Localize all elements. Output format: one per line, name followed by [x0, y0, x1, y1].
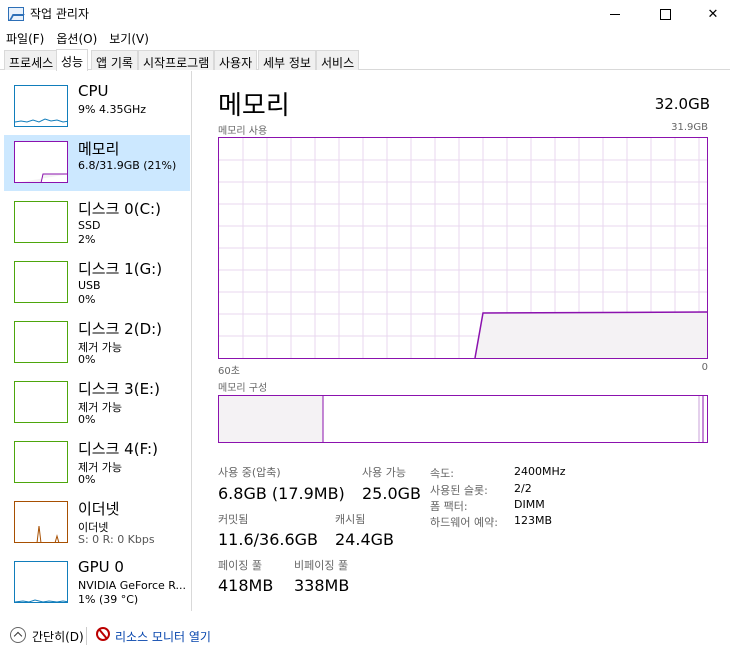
disk-thumbnail-graph [14, 381, 68, 423]
cached-value: 24.4GB [335, 530, 394, 549]
resource-list: CPU 9% 4.35GHz 메모리 6.8/31.9GB (21%) 디스크 … [0, 71, 192, 611]
tab-users[interactable]: 사용자 [214, 50, 258, 70]
sidebar-item-name: GPU 0 [78, 558, 124, 576]
sidebar-item-detail: USB [78, 279, 101, 292]
footer-bar: 간단히(D) 리소스 모니터 열기 [0, 622, 730, 652]
tab-details[interactable]: 세부 정보 [258, 50, 316, 70]
disk-thumbnail-graph [14, 321, 68, 363]
task-manager-icon [8, 7, 24, 21]
sidebar-item-usage: 0% [78, 473, 96, 486]
sidebar-item-disk-4[interactable]: 디스크 4(F:) 제거 가능 0% [4, 435, 190, 491]
memory-composition-svg [219, 396, 704, 442]
slots-label: 사용된 슬롯: [430, 484, 488, 497]
memory-composition-label: 메모리 구성 [218, 383, 268, 394]
footer-divider [86, 627, 87, 645]
window-title: 작업 관리자 [30, 7, 90, 21]
sidebar-item-name: CPU [78, 82, 109, 100]
sidebar-item-detail: NVIDIA GeForce R... [78, 579, 187, 592]
tab-processes[interactable]: 프로세스 [4, 50, 59, 70]
available-value: 25.0GB [362, 484, 421, 503]
tab-startup[interactable]: 시작프로그램 [138, 50, 215, 70]
memory-usage-graph [218, 137, 708, 359]
gpu-thumbnail-graph [14, 561, 68, 603]
sidebar-item-usage: 0% [78, 293, 96, 306]
memory-usage-max: 31.9GB [671, 122, 708, 133]
sidebar-item-usage: 0% [78, 353, 96, 366]
speed-value: 2400MHz [514, 465, 566, 478]
sidebar-item-name: 메모리 [78, 140, 120, 158]
sidebar-item-name: 디스크 3(E:) [78, 380, 160, 398]
hardware-reserved-label: 하드웨어 예약: [430, 516, 498, 529]
in-use-label: 사용 중(압축) [218, 466, 281, 479]
sidebar-item-name: 이더넷 [78, 500, 120, 518]
ethernet-thumbnail-graph [14, 501, 68, 543]
committed-label: 커밋됨 [218, 513, 249, 526]
slots-value: 2/2 [514, 482, 532, 495]
sidebar-item-disk-1[interactable]: 디스크 1(G:) USB 0% [4, 255, 190, 311]
sidebar-item-name: 디스크 2(D:) [78, 320, 163, 338]
sidebar-item-gpu-0[interactable]: GPU 0 NVIDIA GeForce R... 1% (39 °C) [4, 555, 190, 611]
memory-composition-bar [218, 395, 708, 443]
page-title: 메모리 [218, 91, 290, 121]
fewer-details-button[interactable]: 간단히(D) [32, 628, 84, 645]
maximize-button[interactable] [642, 0, 688, 28]
form-factor-value: DIMM [514, 498, 545, 511]
memory-detail-panel: 메모리 32.0GB 메모리 사용 31.9GB 60초 0 메모리 구성 사용… [200, 71, 730, 611]
cpu-thumbnail-graph [14, 85, 68, 127]
sidebar-item-disk-3[interactable]: 디스크 3(E:) 제거 가능 0% [4, 375, 190, 431]
axis-time-end: 0 [701, 362, 708, 373]
sidebar-item-disk-0[interactable]: 디스크 0(C:) SSD 2% [4, 195, 190, 251]
total-memory: 32.0GB [654, 95, 710, 113]
sidebar-item-disk-2[interactable]: 디스크 2(D:) 제거 가능 0% [4, 315, 190, 371]
sidebar-item-usage: 2% [78, 233, 96, 246]
tab-bar: 프로세스 성능 앱 기록 시작프로그램 사용자 세부 정보 서비스 [0, 49, 730, 71]
menu-options[interactable]: 옵션(O) [50, 28, 103, 48]
cached-label: 캐시됨 [335, 513, 366, 526]
nonpaged-pool-value: 338MB [294, 576, 350, 595]
resource-monitor-icon[interactable] [96, 627, 110, 641]
sidebar-item-name: 디스크 1(G:) [78, 260, 163, 278]
nonpaged-pool-label: 비페이징 풀 [294, 559, 349, 572]
committed-value: 11.6/36.6GB [218, 530, 319, 549]
available-label: 사용 가능 [362, 466, 406, 479]
sidebar-item-cpu[interactable]: CPU 9% 4.35GHz [4, 79, 190, 135]
menu-file[interactable]: 파일(F) [0, 28, 50, 48]
form-factor-label: 폼 팩터: [430, 500, 468, 513]
sidebar-item-ethernet[interactable]: 이더넷 이더넷 S: 0 R: 0 Kbps [4, 495, 190, 551]
sidebar-item-detail: 9% 4.35GHz [78, 103, 147, 116]
open-resource-monitor-link[interactable]: 리소스 모니터 열기 [115, 628, 211, 645]
sidebar-item-detail: SSD [78, 219, 101, 232]
disk-thumbnail-graph [14, 441, 68, 483]
paged-pool-value: 418MB [218, 576, 274, 595]
minimize-button[interactable] [592, 0, 638, 28]
sidebar-item-name: 디스크 0(C:) [78, 200, 161, 218]
hardware-reserved-value: 123MB [514, 514, 553, 527]
memory-usage-label: 메모리 사용 [218, 126, 268, 137]
sidebar-item-detail: 6.8/31.9GB (21%) [78, 159, 177, 172]
sidebar-item-usage: S: 0 R: 0 Kbps [78, 533, 155, 546]
chevron-up-icon[interactable] [10, 627, 26, 643]
axis-time-start: 60초 [218, 366, 240, 377]
tab-app-history[interactable]: 앱 기록 [91, 50, 138, 70]
menu-view[interactable]: 보기(V) [103, 28, 155, 48]
close-button[interactable] [690, 0, 730, 28]
sidebar-item-memory[interactable]: 메모리 6.8/31.9GB (21%) [4, 135, 190, 191]
title-bar: 작업 관리자 [0, 0, 730, 28]
menu-bar: 파일(F) 옵션(O) 보기(V) [0, 28, 730, 48]
disk-thumbnail-graph [14, 261, 68, 303]
sidebar-item-usage: 1% (39 °C) [78, 593, 139, 606]
sidebar-item-name: 디스크 4(F:) [78, 440, 158, 458]
disk-thumbnail-graph [14, 201, 68, 243]
memory-usage-graph-svg [219, 138, 707, 358]
paged-pool-label: 페이징 풀 [218, 559, 262, 572]
tab-services[interactable]: 서비스 [316, 50, 360, 70]
memory-thumbnail-graph [14, 141, 68, 183]
tab-performance[interactable]: 성능 [56, 49, 89, 71]
speed-label: 속도: [430, 467, 454, 480]
in-use-value: 6.8GB (17.9MB) [218, 484, 345, 503]
sidebar-item-usage: 0% [78, 413, 96, 426]
